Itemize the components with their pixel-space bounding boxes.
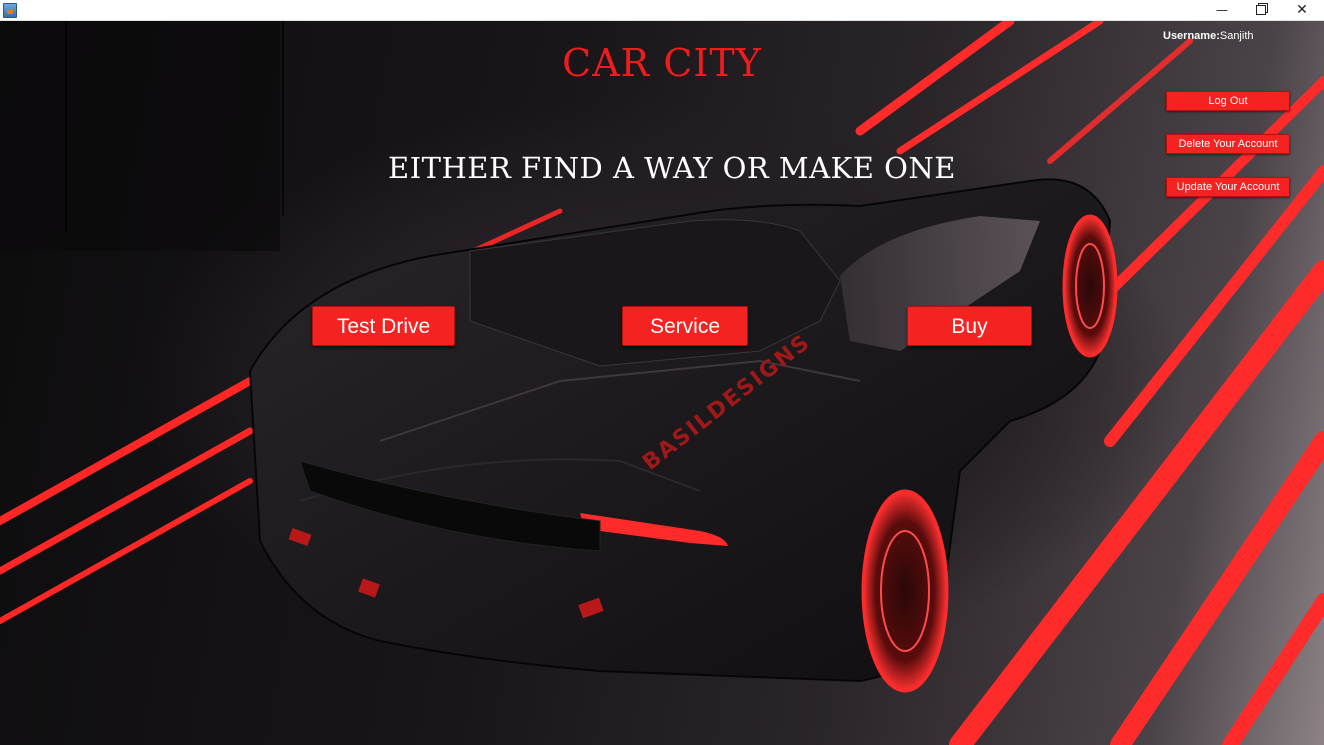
java-app-icon	[3, 3, 17, 18]
username-label: Username:	[1163, 30, 1220, 42]
username-display: Username:Sanjith	[1163, 30, 1254, 42]
window-title-bar: — ✕	[0, 0, 1324, 21]
app-title: CAR CITY	[562, 41, 762, 85]
restore-icon[interactable]	[1241, 0, 1281, 20]
username-value: Sanjith	[1219, 30, 1254, 42]
main-panel: BASILDESIGNS CAR CITY EITHER FIND A WAY …	[0, 21, 1324, 745]
close-icon[interactable]: ✕	[1282, 0, 1322, 20]
delete-account-button[interactable]: Delete Your Account	[1166, 134, 1290, 154]
test-drive-button[interactable]: Test Drive	[312, 306, 455, 346]
sports-car-background-image: BASILDESIGNS	[0, 21, 1324, 745]
minimize-icon[interactable]: —	[1202, 0, 1242, 20]
update-account-button[interactable]: Update Your Account	[1166, 177, 1290, 197]
buy-button[interactable]: Buy	[907, 306, 1032, 346]
service-button[interactable]: Service	[622, 306, 748, 346]
logout-button[interactable]: Log Out	[1166, 91, 1290, 111]
tagline-text: EITHER FIND A WAY OR MAKE ONE	[388, 151, 956, 185]
